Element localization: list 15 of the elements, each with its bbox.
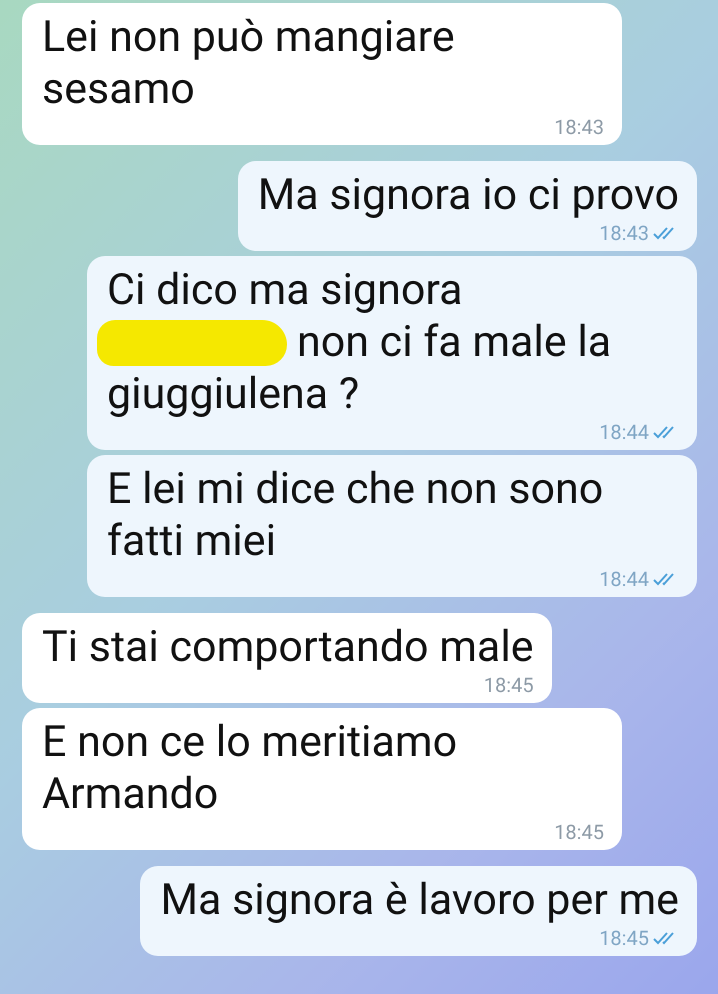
- message-text: Ma signora è lavoro per me: [160, 874, 679, 926]
- message-time: 18:43: [554, 115, 604, 139]
- message-text: Ci dico ma signora: [107, 264, 464, 316]
- message-text: Ti stai comportando male: [42, 621, 534, 673]
- message-time: 18:44: [599, 420, 649, 444]
- message-time: 18:45: [599, 926, 649, 950]
- message-time: 18:43: [599, 221, 649, 245]
- message-text: E non ce lo meritiamo Armando: [42, 716, 458, 820]
- message-text: Ma signora io ci provo: [258, 169, 679, 221]
- message-time: 18:45: [554, 820, 604, 844]
- message-text: E lei mi dice che non sono fatti miei: [107, 463, 604, 567]
- message-time: 18:45: [484, 673, 534, 697]
- message-text: Lei non può mangiare sesamo: [42, 11, 456, 115]
- message-text: non ci fa male la giuggiulena ?: [107, 316, 612, 420]
- message-time: 18:44: [599, 567, 649, 591]
